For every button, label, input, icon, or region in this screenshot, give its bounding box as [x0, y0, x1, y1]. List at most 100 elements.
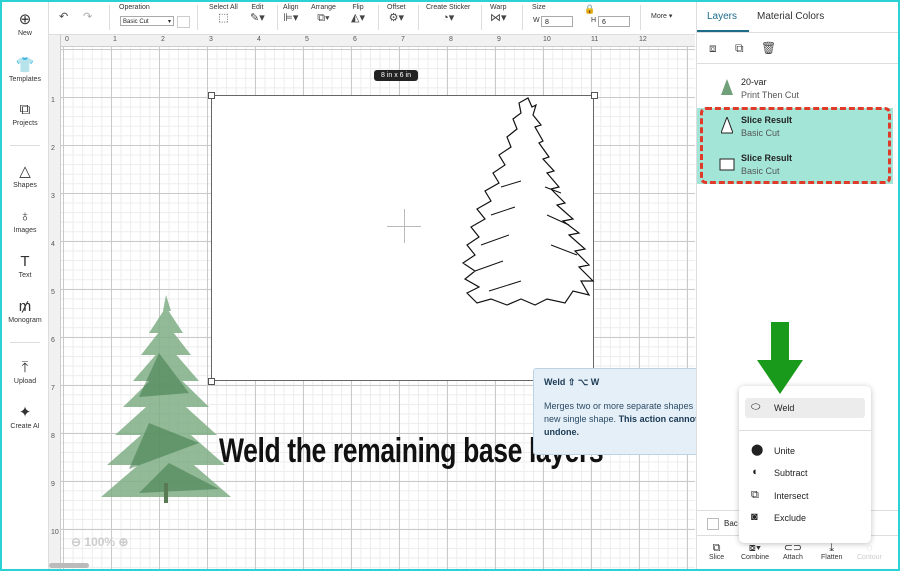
flatten-button[interactable]: ⤓ Flatten — [821, 542, 842, 561]
monogram-label: Monogram — [8, 317, 42, 324]
ruler-tick: 7 — [401, 36, 405, 43]
ruler-tick: 3 — [51, 193, 55, 200]
projects-label: Projects — [12, 120, 38, 127]
flatten-icon: ⤓ — [829, 542, 835, 554]
divider — [10, 145, 40, 146]
resize-handle[interactable] — [208, 92, 215, 99]
templates-button[interactable]: 👕 Templates — [2, 57, 48, 84]
projects-icon: ⧉ — [19, 101, 31, 118]
slice-button[interactable]: ⧉ Slice — [709, 542, 724, 561]
menu-item-label: Unite — [774, 446, 796, 456]
new-button[interactable]: ⊕ New — [2, 12, 48, 38]
left-toolbar: ⊕ New 👕 Templates ⧉ Projects △ Shapes ♁ … — [2, 2, 49, 569]
delete-icon[interactable]: 🗑 — [761, 41, 776, 55]
menu-item-label: Exclude — [774, 513, 807, 523]
color-swatch[interactable] — [177, 16, 190, 28]
height-label: H — [591, 17, 597, 24]
more-button[interactable]: More ▾ — [651, 12, 672, 20]
create-ai-label: Create AI — [10, 423, 40, 430]
down-arrow-annotation — [757, 322, 803, 394]
ruler-tick: 7 — [51, 385, 55, 392]
blank-checkbox[interactable] — [707, 518, 719, 530]
images-icon: ♁ — [19, 208, 31, 225]
sticker-icon: ◔▾ — [442, 12, 455, 24]
undo-icon[interactable]: ↶ — [59, 10, 68, 24]
menu-item-exclude[interactable]: ◙ Exclude — [745, 508, 865, 528]
ruler-tick: 4 — [257, 36, 261, 43]
edit-button[interactable]: Edit ✎▾ — [250, 4, 265, 25]
shapes-label: Shapes — [13, 182, 37, 189]
operation-select[interactable]: Basic Cut ▾ — [120, 16, 174, 26]
shirt-icon: 👕 — [15, 57, 35, 74]
combine-button[interactable]: ⧇▾ Combine — [741, 542, 769, 561]
offset-button[interactable]: Offset ⚙▾ — [387, 4, 406, 25]
contour-button[interactable]: ◌ Contour — [857, 542, 882, 561]
monogram-button[interactable]: ₥ Monogram — [2, 299, 48, 325]
horizontal-scrollbar[interactable] — [49, 563, 89, 568]
size-tag: 8 in x 6 in — [374, 70, 418, 81]
width-label: W — [533, 17, 540, 24]
layer-operation: Print Then Cut — [741, 90, 799, 100]
tree-outline-shape[interactable] — [461, 95, 596, 310]
ruler-tick: 8 — [449, 36, 453, 43]
text-icon: T — [20, 253, 30, 270]
arrange-button[interactable]: Arrange ⧉▾ — [311, 4, 336, 25]
select-all-button[interactable]: Select All ⬚ — [209, 4, 238, 25]
design-canvas[interactable]: 0 1 2 3 4 5 6 7 8 9 10 11 12 1 2 3 4 5 6… — [49, 35, 695, 569]
ruler-tick: 1 — [113, 36, 117, 43]
upload-button[interactable]: ⤒ Upload — [2, 359, 48, 386]
projects-button[interactable]: ⧉ Projects — [2, 101, 48, 128]
warp-button[interactable]: Warp ⋈▾ — [490, 4, 507, 25]
duplicate-icon[interactable]: ⧉ — [735, 41, 744, 56]
menu-item-unite[interactable]: ⬤ Unite — [745, 441, 865, 461]
combine-icon: ⧇▾ — [748, 542, 762, 554]
zoom-control[interactable]: ⊖ 100% ⊕ — [71, 535, 128, 549]
menu-item-weld[interactable]: ⬭ Weld — [745, 398, 865, 418]
create-sticker-button[interactable]: Create Sticker ◔▾ — [426, 4, 470, 25]
attach-icon: ⊂⊃ — [783, 542, 803, 554]
pencil-icon: ✎▾ — [250, 12, 265, 24]
watercolor-tree-image[interactable] — [99, 293, 234, 508]
ruler-tick: 2 — [51, 145, 55, 152]
intersect-icon: ⧉ — [751, 489, 759, 501]
redo-icon[interactable]: ↷ — [83, 10, 92, 24]
flip-button[interactable]: Flip ◭▾ — [351, 4, 365, 25]
subtract-icon: ◖ — [751, 466, 758, 478]
divider — [277, 5, 278, 30]
layer-item[interactable]: 20-var Print Then Cut — [697, 70, 893, 108]
text-button[interactable]: T Text — [2, 253, 48, 280]
tree-thumb-icon — [721, 79, 733, 95]
templates-label: Templates — [9, 76, 41, 83]
highlight-annotation — [700, 107, 891, 184]
menu-item-intersect[interactable]: ⧉ Intersect — [745, 486, 865, 506]
group-icon[interactable]: ⧈ — [709, 41, 717, 56]
menu-item-subtract[interactable]: ◖ Subtract — [745, 463, 865, 483]
tab-layers[interactable]: Layers — [707, 11, 737, 22]
operation-value: Basic Cut — [123, 19, 149, 25]
blank-label: Bac — [724, 519, 738, 528]
upload-icon: ⤒ — [21, 359, 29, 376]
attach-button[interactable]: ⊂⊃ Attach — [783, 542, 803, 561]
create-ai-button[interactable]: ✦ Create AI — [2, 404, 48, 431]
vertical-ruler: 1 2 3 4 5 6 7 8 9 10 — [49, 35, 61, 569]
weld-icon: ⬭ — [751, 401, 761, 413]
lock-icon[interactable]: 🔒 — [584, 2, 595, 16]
warp-icon: ⋈▾ — [490, 12, 507, 24]
sparkle-icon: ✦ — [18, 404, 32, 421]
ruler-tick: 8 — [51, 433, 55, 440]
images-label: Images — [13, 227, 37, 234]
horizontal-ruler: 0 1 2 3 4 5 6 7 8 9 10 11 12 — [49, 35, 695, 47]
shapes-button[interactable]: △ Shapes — [2, 164, 48, 190]
active-tab-indicator — [697, 30, 749, 32]
images-button[interactable]: ♁ Images — [2, 208, 48, 235]
center-crosshair — [404, 209, 405, 243]
ruler-tick: 5 — [51, 289, 55, 296]
align-icon: ⊫▾ — [283, 12, 299, 24]
tab-material-colors[interactable]: Material Colors — [757, 11, 824, 22]
flip-icon: ◭▾ — [351, 12, 365, 24]
height-input[interactable]: 6 — [598, 16, 630, 27]
align-button[interactable]: Align ⊫▾ — [283, 4, 299, 25]
ruler-tick: 6 — [51, 337, 55, 344]
arrange-icon: ⧉▾ — [317, 12, 330, 24]
width-input[interactable]: 8 — [541, 16, 573, 27]
